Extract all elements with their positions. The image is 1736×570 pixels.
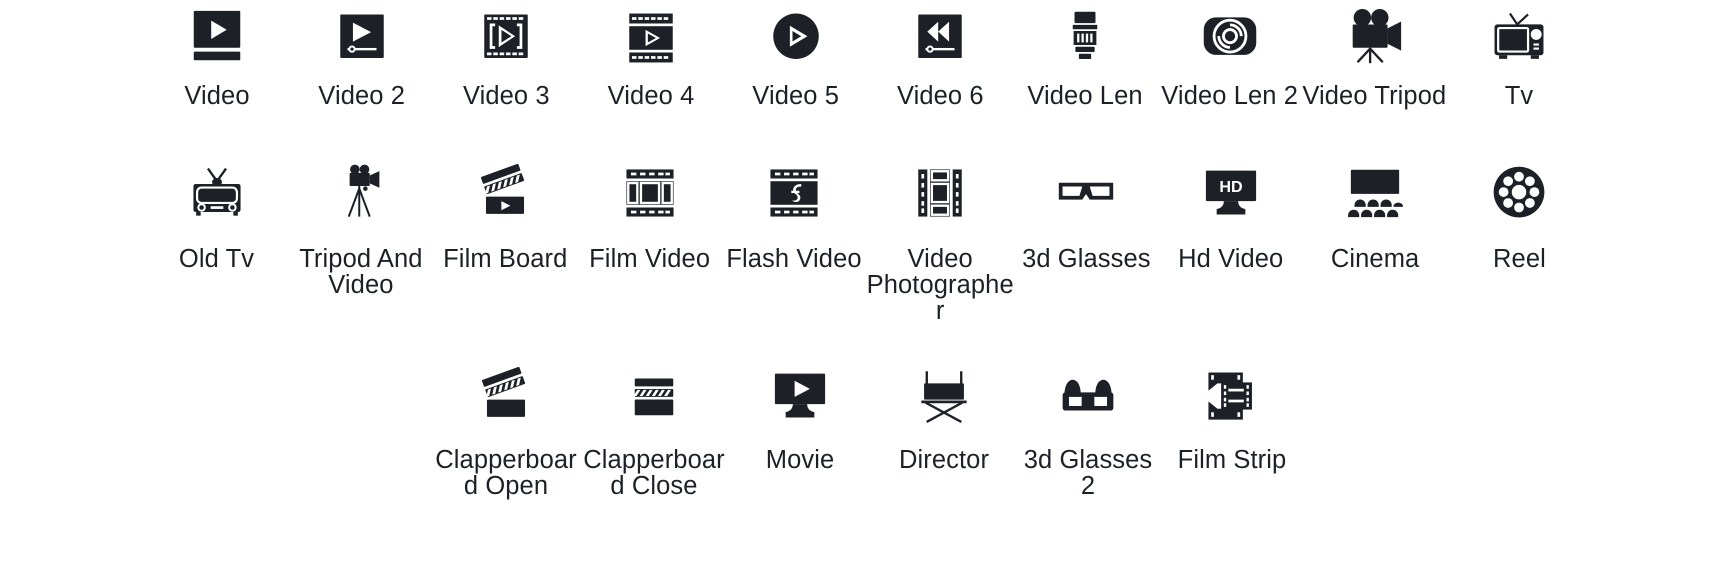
old-tv-icon	[144, 150, 288, 236]
icon-label: Reel	[1493, 245, 1546, 273]
icon-cell-clapperboard-close[interactable]: Clapperboard Close	[580, 355, 728, 535]
icon-cell-video-6[interactable]: Video 6	[868, 0, 1013, 150]
icon-label: Video Len 2	[1161, 82, 1299, 110]
clapperboard-play-icon	[433, 150, 577, 236]
director-chair-icon	[872, 355, 1016, 437]
icon-cell-video-len-2[interactable]: Video Len 2	[1157, 0, 1302, 150]
icon-label: Video Photographer	[866, 245, 1014, 325]
film-play-brackets-icon	[434, 0, 579, 76]
video-play-slider-icon	[289, 0, 434, 76]
icon-label: Hd Video	[1178, 245, 1284, 273]
icon-cell-video-photographer[interactable]: Video Photographer	[866, 150, 1014, 355]
icon-label: Video Tripod	[1302, 82, 1447, 110]
icon-label: Tripod And Video	[299, 245, 423, 299]
icon-label: Video 5	[752, 82, 840, 110]
icon-cell-old-tv[interactable]: Old Tv	[144, 150, 288, 355]
clapperboard-close-icon	[580, 355, 728, 437]
video-play-frame-icon	[145, 0, 290, 76]
icon-label: Video 6	[896, 82, 984, 110]
icon-label: Tv	[1504, 82, 1534, 110]
icon-cell-video-tripod[interactable]: Video Tripod	[1302, 0, 1447, 150]
icon-label: Video 4	[607, 82, 695, 110]
icon-cell-video-5[interactable]: Video 5	[723, 0, 868, 150]
icon-cell-film-video[interactable]: Film Video	[577, 150, 721, 355]
icon-label: Film Strip	[1177, 446, 1287, 474]
movie-monitor-play-icon	[728, 355, 872, 437]
icon-label: Old Tv	[178, 245, 255, 273]
hd-monitor-icon: HD	[1159, 150, 1303, 236]
3d-glasses-icon	[1014, 150, 1158, 236]
icon-label: Cinema	[1330, 245, 1420, 273]
icon-label: Video 3	[462, 82, 550, 110]
icon-row-2: Old Tv Tripod And Video Film Board Film …	[0, 150, 1736, 355]
icon-cell-video-2[interactable]: Video 2	[289, 0, 434, 150]
icon-cell-film-board[interactable]: Film Board	[433, 150, 577, 355]
icon-cell-cinema[interactable]: Cinema	[1303, 150, 1447, 355]
movie-camera-tripod-icon	[1302, 0, 1447, 76]
film-strip-icon	[1160, 355, 1304, 437]
icon-cell-film-strip[interactable]: Film Strip	[1160, 355, 1304, 535]
icon-cell-3d-glasses-2[interactable]: 3d Glasses 2	[1016, 355, 1160, 535]
icon-label: Film Board	[443, 245, 568, 273]
film-frames-icon	[577, 150, 721, 236]
icon-label: Video Len	[1027, 82, 1143, 110]
video-rewind-slider-icon	[868, 0, 1013, 76]
icon-cell-video-3[interactable]: Video 3	[434, 0, 579, 150]
camera-on-tripod-icon	[289, 150, 433, 236]
icon-label: 3d Glasses	[1022, 245, 1151, 273]
icon-cell-movie[interactable]: Movie	[728, 355, 872, 535]
svg-text:HD: HD	[1219, 178, 1242, 196]
icon-cell-hd-video[interactable]: HD Hd Video	[1159, 150, 1303, 355]
icon-row-3: Clapperboard Open Clapperboard Close Mov…	[0, 355, 1736, 535]
vertical-filmstrip-icon	[866, 150, 1014, 236]
icon-cell-reel[interactable]: Reel	[1447, 150, 1591, 355]
icon-label: 3d Glasses 2	[1023, 446, 1153, 500]
clapperboard-open-icon	[432, 355, 580, 437]
icon-cell-video-len[interactable]: Video Len	[1013, 0, 1158, 150]
film-reel-icon	[1447, 150, 1591, 236]
webcam-lens-icon	[1157, 0, 1302, 76]
flash-video-icon	[722, 150, 866, 236]
icon-row-1: Video Video 2 Video 3 Video 4 Video 5 Vi…	[0, 0, 1736, 150]
icon-label: Director	[898, 446, 990, 474]
cinema-screen-seats-icon	[1303, 150, 1447, 236]
icon-label: Video 2	[318, 82, 406, 110]
icon-cell-flash-video[interactable]: Flash Video	[722, 150, 866, 355]
icon-cell-3d-glasses[interactable]: 3d Glasses	[1014, 150, 1158, 355]
icon-cell-video-4[interactable]: Video 4	[579, 0, 724, 150]
icon-cell-clapperboard-open[interactable]: Clapperboard Open	[432, 355, 580, 535]
icon-cell-tripod-and-video[interactable]: Tripod And Video	[289, 150, 433, 355]
icon-cell-director[interactable]: Director	[872, 355, 1016, 535]
icon-label: Clapperboard Open	[435, 446, 577, 500]
3d-glasses-2-icon	[1016, 355, 1160, 437]
icon-label: Film Video	[589, 245, 711, 273]
icon-cell-video[interactable]: Video	[145, 0, 290, 150]
icon-label: Flash Video	[726, 245, 862, 273]
icon-label: Movie	[765, 446, 835, 474]
film-strip-play-icon	[579, 0, 724, 76]
camera-lens-icon	[1013, 0, 1158, 76]
icon-cell-tv[interactable]: Tv	[1447, 0, 1592, 150]
retro-tv-antenna-icon	[1447, 0, 1592, 76]
icon-label: Video	[184, 82, 250, 110]
icon-label: Clapperboard Close	[583, 446, 725, 500]
play-circle-icon	[723, 0, 868, 76]
